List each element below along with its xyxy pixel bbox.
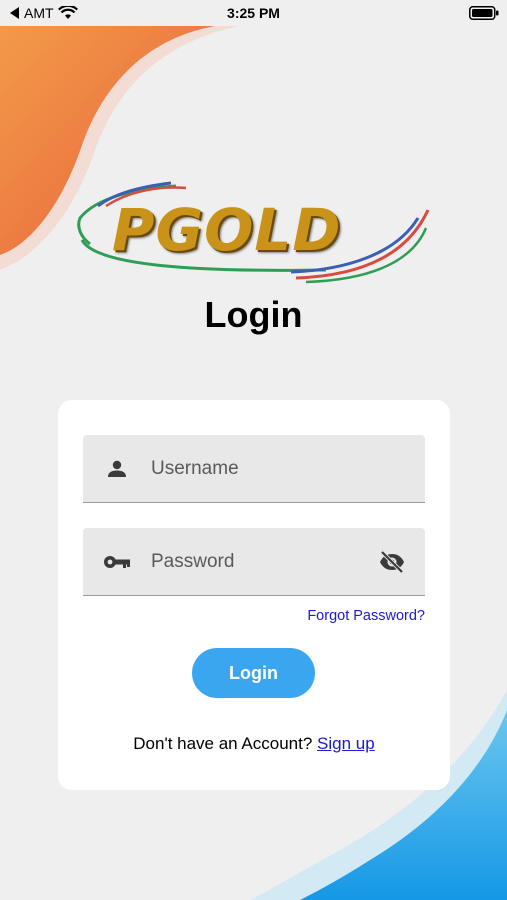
password-field[interactable]: [83, 528, 425, 596]
signup-prompt: Don't have an Account?: [133, 734, 313, 753]
key-icon: [104, 556, 130, 568]
page-title: Login: [204, 294, 303, 335]
pgold-logo: PGOLD: [76, 178, 434, 288]
signup-row: Don't have an Account? Sign up: [58, 734, 450, 754]
status-bar: AMT 3:25 PM: [0, 0, 507, 26]
forgot-password-link[interactable]: Forgot Password?: [307, 608, 425, 624]
username-input[interactable]: [151, 435, 371, 502]
username-field[interactable]: [83, 435, 425, 503]
person-icon: [108, 460, 126, 477]
eye-off-icon[interactable]: [379, 550, 405, 574]
password-input[interactable]: [151, 528, 371, 595]
login-button[interactable]: Login: [192, 648, 315, 698]
status-time: 3:25 PM: [227, 5, 280, 21]
logo-text: PGOLD: [112, 196, 342, 264]
login-card: Forgot Password? Login Don't have an Acc…: [58, 400, 450, 790]
signup-link[interactable]: Sign up: [317, 734, 375, 753]
battery-icon: [469, 6, 499, 20]
